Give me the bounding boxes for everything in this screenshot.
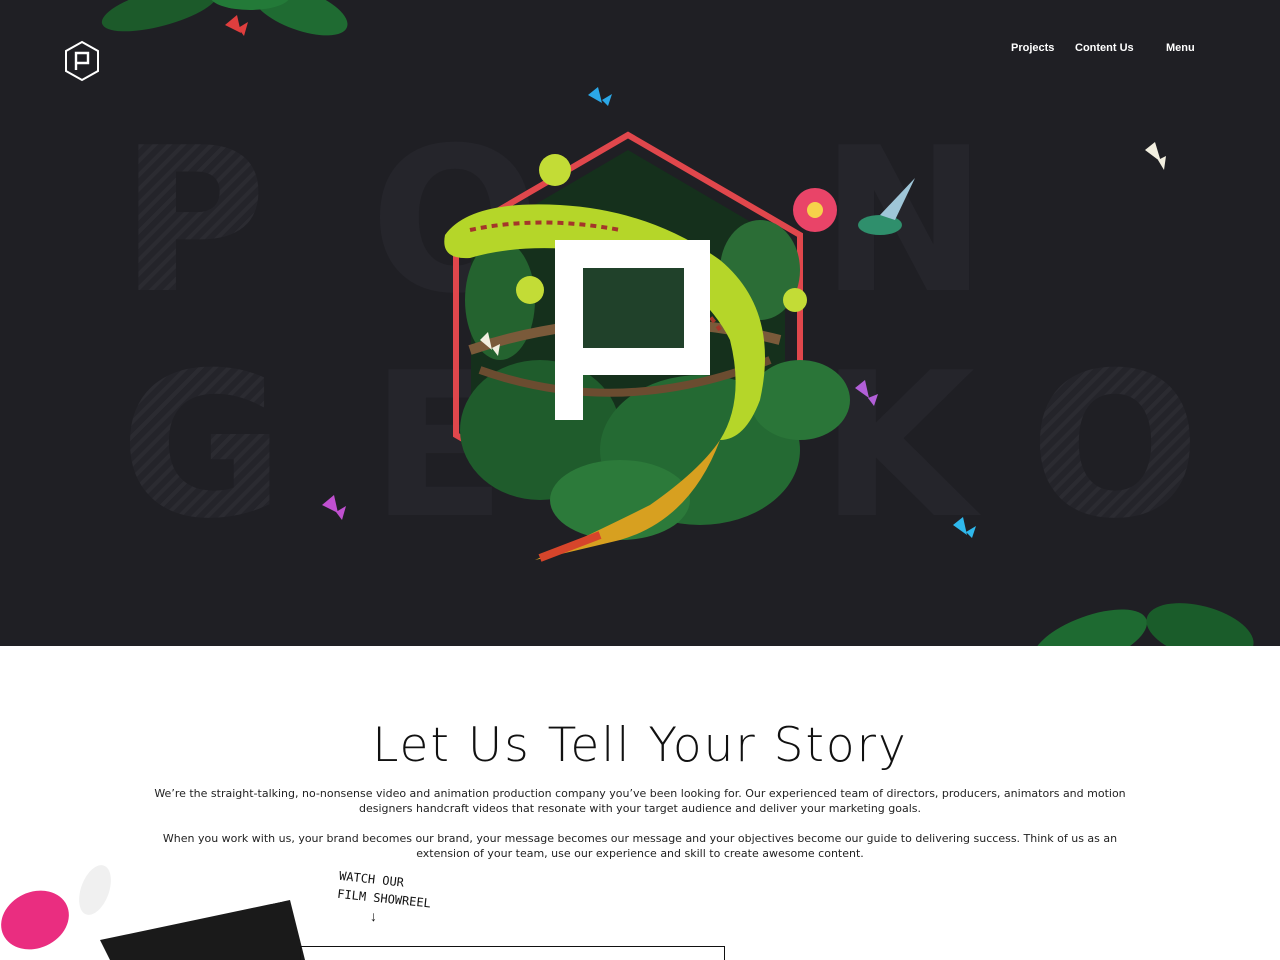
butterfly-blue-top xyxy=(588,87,612,106)
section-title: Let Us Tell Your Story xyxy=(372,718,908,773)
hummingbird xyxy=(858,178,915,235)
butterfly-white-right xyxy=(1145,142,1166,170)
butterfly-blue-bottom xyxy=(953,517,976,538)
intro-paragraph-2: When you work with us, your brand become… xyxy=(162,832,1118,860)
pink-gloves xyxy=(1,865,111,950)
butterfly-purple-left xyxy=(322,495,346,520)
nav-projects-link[interactable]: Projects xyxy=(1011,42,1054,54)
hero-artwork xyxy=(101,0,1254,646)
butterfly-purple-right xyxy=(855,380,878,406)
top-leaves xyxy=(101,0,348,36)
intro-paragraph-1: We’re the straight-talking, no-nonsense … xyxy=(154,787,1126,815)
butterfly-red xyxy=(225,15,248,36)
top-navigation: Projects Content Us Menu xyxy=(0,42,1280,56)
nav-content-us-link[interactable]: Content Us xyxy=(1075,42,1134,54)
story-section: Let Us Tell Your Story We’re the straigh… xyxy=(0,646,1280,960)
hero-section: P O N G E K O Projects Content Us Menu xyxy=(0,0,1280,646)
flower xyxy=(793,188,837,232)
film-strip xyxy=(100,893,305,960)
down-arrow-icon: ↓ xyxy=(370,908,377,924)
nav-menu-button[interactable]: Menu xyxy=(1166,42,1195,54)
showreel-video-frame[interactable] xyxy=(300,946,725,960)
bottom-leaves xyxy=(1033,603,1254,646)
